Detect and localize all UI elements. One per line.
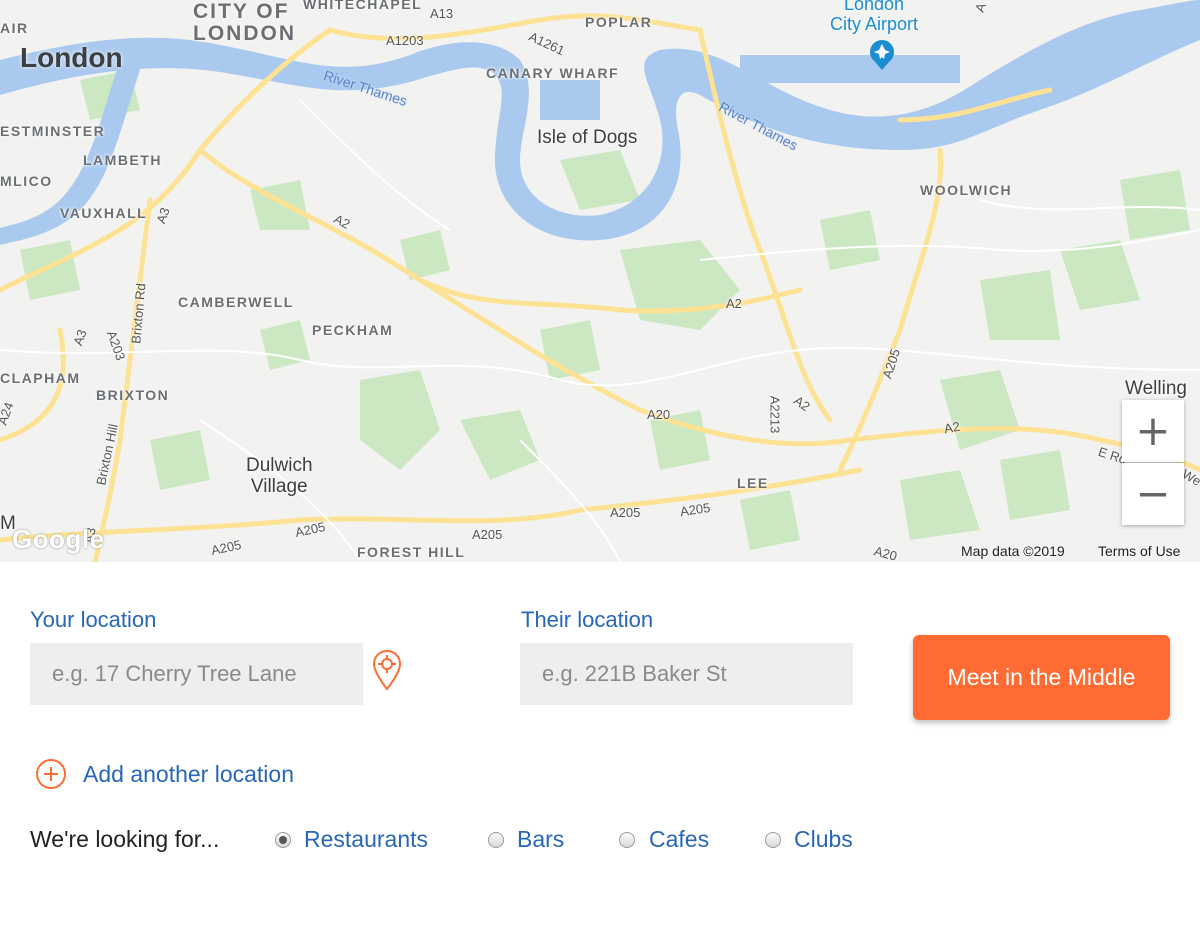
map-label-air: AIR [0, 20, 29, 36]
radio-clubs[interactable] [765, 832, 781, 848]
road-label-a13: A13 [430, 6, 454, 21]
map-attribution: Map data ©2019 [961, 543, 1065, 559]
map-label-city-of-london: CITY OF LONDON [193, 0, 296, 45]
zoom-out-button[interactable]: − [1122, 463, 1184, 525]
map-canvas [0, 0, 1200, 562]
map-label-lambeth: LAMBETH [83, 152, 162, 168]
map-label-brixton: BRIXTON [96, 387, 170, 403]
radio-cafes[interactable] [619, 832, 635, 848]
radio-label-bars[interactable]: Bars [517, 826, 564, 853]
map-label-dulwich-village: Dulwich Village [246, 455, 313, 497]
plus-icon: + [1135, 406, 1171, 455]
your-location-input[interactable] [30, 643, 363, 705]
meet-in-the-middle-button[interactable]: Meet in the Middle [913, 635, 1170, 720]
locate-me-icon[interactable] [372, 649, 402, 691]
their-location-label: Their location [521, 607, 654, 632]
road-label-a205-3: A205 [472, 527, 503, 542]
radio-restaurants[interactable] [275, 832, 291, 848]
map-label-pimlico: MLICO [0, 173, 53, 189]
terms-of-use-link[interactable]: Terms of Use [1098, 543, 1180, 559]
map-label-poplar: POPLAR [585, 14, 653, 30]
map-label-welling: Welling [1125, 378, 1187, 399]
their-location-input[interactable] [520, 643, 853, 705]
your-location-label: Your location [30, 607, 157, 632]
looking-for-label: We're looking for... [30, 826, 220, 852]
google-logo[interactable]: Google [12, 524, 105, 555]
map-label-london: London [20, 42, 123, 73]
map-label-lee: LEE [737, 475, 769, 491]
map-label-london-city-airport: London City Airport [830, 0, 919, 34]
radio-label-restaurants[interactable]: Restaurants [304, 826, 428, 853]
road-label-a2-east: A2 [942, 418, 962, 437]
map-label-forest-hill: FOREST HILL [357, 544, 466, 560]
map-label-clapham: CLAPHAM [0, 370, 81, 386]
minus-icon: − [1135, 469, 1171, 518]
road-label-a2-center: A2 [726, 296, 742, 311]
radio-label-clubs[interactable]: Clubs [794, 826, 853, 853]
add-another-location-label: Add another location [83, 760, 294, 787]
zoom-in-button[interactable]: + [1122, 400, 1184, 462]
map-label-peckham: PECKHAM [312, 322, 394, 338]
map-label-vauxhall: VAUXHALL [60, 205, 148, 221]
map-label-canary-wharf: CANARY WHARF [486, 65, 620, 81]
radio-label-cafes[interactable]: Cafes [649, 826, 709, 853]
map-label-isle-of-dogs: Isle of Dogs [537, 127, 638, 148]
add-another-location-link[interactable]: Add another location [35, 757, 294, 791]
road-label-a20: A20 [647, 407, 671, 422]
map-label-camberwell: CAMBERWELL [178, 294, 294, 310]
map[interactable]: AIR CITY OF LONDON London WHITECHAPEL PO… [0, 0, 1200, 562]
road-label-a205-1: A205 [610, 505, 641, 520]
map-label-woolwich: WOOLWICH [920, 182, 1013, 198]
radio-bars[interactable] [488, 832, 504, 848]
map-label-westminster: ESTMINSTER [0, 123, 106, 139]
road-label-a2213: A2213 [767, 395, 783, 434]
plus-circle-icon [36, 759, 66, 789]
road-label-a1203: A1203 [386, 33, 424, 48]
map-label-whitechapel: WHITECHAPEL [303, 0, 423, 12]
